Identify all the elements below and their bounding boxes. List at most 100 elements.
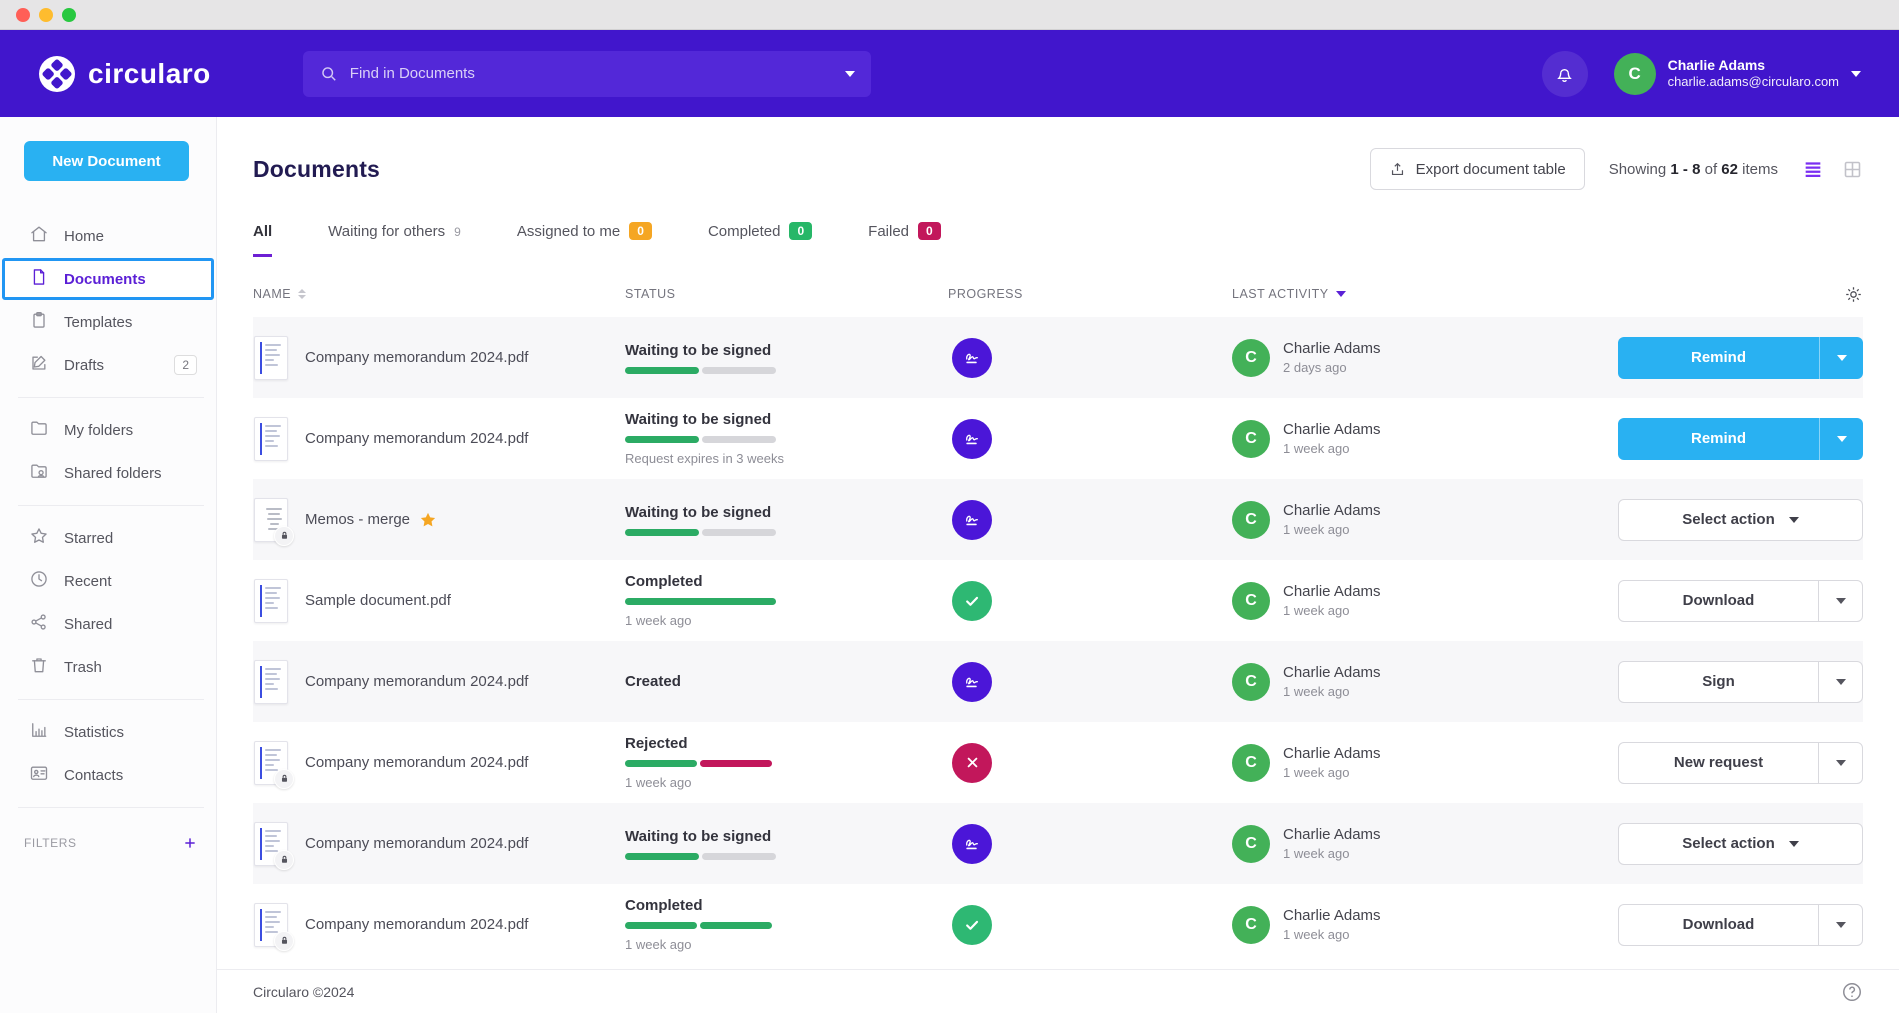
sidebar-item-label: Shared xyxy=(64,616,112,633)
sidebar-item-drafts[interactable]: Drafts 2 xyxy=(2,344,214,386)
action-dropdown-toggle[interactable] xyxy=(1819,418,1863,460)
document-icon xyxy=(29,267,49,291)
tab-waiting-for-others[interactable]: Waiting for others 9 xyxy=(328,223,461,257)
close-window-button[interactable] xyxy=(16,8,30,22)
zoom-window-button[interactable] xyxy=(62,8,76,22)
table-row[interactable]: Company memorandum 2024.pdf Waiting to b… xyxy=(253,398,1863,479)
signature-pending-icon xyxy=(952,338,992,378)
table-row[interactable]: Company memorandum 2024.pdf Waiting to b… xyxy=(253,803,1863,884)
sort-desc-icon xyxy=(1336,291,1346,297)
table-settings-button[interactable] xyxy=(1844,285,1863,304)
column-header-last-activity[interactable]: LAST ACTIVITY xyxy=(1232,287,1562,301)
circularo-logo: circularo xyxy=(38,55,211,93)
sidebar-item-label: Home xyxy=(64,228,104,245)
action-dropdown-toggle[interactable] xyxy=(1819,337,1863,379)
copyright-text: Circularo ©2024 xyxy=(253,984,354,1000)
tab-failed[interactable]: Failed 0 xyxy=(868,222,941,257)
tab-completed[interactable]: Completed 0 xyxy=(708,222,812,257)
activity-user: Charlie Adams xyxy=(1283,907,1381,924)
table-row[interactable]: Company memorandum 2024.pdf Rejected 1 w… xyxy=(253,722,1863,803)
activity-time: 1 week ago xyxy=(1283,522,1381,537)
divider xyxy=(18,505,204,506)
action-dropdown-toggle[interactable] xyxy=(1818,662,1862,702)
column-header-name[interactable]: NAME xyxy=(253,287,625,301)
tab-count: 9 xyxy=(454,225,461,239)
table-row[interactable]: Memos - merge Waiting to be signed C Cha… xyxy=(253,479,1863,560)
column-header-progress: PROGRESS xyxy=(948,287,1232,301)
list-view-toggle[interactable] xyxy=(1802,158,1824,180)
activity-user: Charlie Adams xyxy=(1283,745,1381,762)
new-request-button[interactable]: New request xyxy=(1618,742,1863,784)
help-button[interactable] xyxy=(1841,981,1863,1003)
document-name: Company memorandum 2024.pdf xyxy=(305,349,528,366)
download-button[interactable]: Download xyxy=(1618,904,1863,946)
activity-avatar: C xyxy=(1232,501,1270,539)
select-action-button[interactable]: Select action xyxy=(1618,499,1863,541)
remind-button[interactable]: Remind xyxy=(1618,418,1863,460)
sidebar-item-contacts[interactable]: Contacts xyxy=(2,754,214,796)
sort-icon xyxy=(298,289,306,299)
clock-icon xyxy=(29,569,49,593)
tab-assigned-to-me[interactable]: Assigned to me 0 xyxy=(517,222,652,257)
signature-pending-icon xyxy=(952,500,992,540)
search-bar[interactable] xyxy=(303,51,871,97)
activity-user: Charlie Adams xyxy=(1283,502,1381,519)
chevron-down-icon xyxy=(1836,922,1846,928)
gear-icon xyxy=(1844,285,1863,304)
action-button-label: Remind xyxy=(1691,349,1746,366)
sidebar-item-statistics[interactable]: Statistics xyxy=(2,711,214,753)
lock-icon xyxy=(274,769,294,789)
search-input[interactable] xyxy=(350,65,833,82)
table-row[interactable]: Company memorandum 2024.pdf Completed 1 … xyxy=(253,884,1863,965)
sidebar-item-home[interactable]: Home xyxy=(2,215,214,257)
action-button-label: Sign xyxy=(1702,673,1735,690)
sign-button[interactable]: Sign xyxy=(1618,661,1863,703)
minimize-window-button[interactable] xyxy=(39,8,53,22)
sidebar-item-shared-folders[interactable]: Shared folders xyxy=(2,452,214,494)
user-menu-chevron-icon xyxy=(1851,71,1861,77)
sidebar-item-recent[interactable]: Recent xyxy=(2,560,214,602)
status-text: Waiting to be signed xyxy=(625,411,898,428)
progress-bar xyxy=(625,367,898,374)
user-avatar: C xyxy=(1614,53,1656,95)
select-action-button[interactable]: Select action xyxy=(1618,823,1863,865)
download-button[interactable]: Download xyxy=(1618,580,1863,622)
sidebar-item-label: Documents xyxy=(64,271,146,288)
notifications-button[interactable] xyxy=(1542,51,1588,97)
sidebar-item-trash[interactable]: Trash xyxy=(2,646,214,688)
action-dropdown-toggle[interactable] xyxy=(1818,905,1862,945)
add-filter-button[interactable] xyxy=(182,835,198,851)
sidebar-item-label: Drafts xyxy=(64,357,104,374)
remind-button[interactable]: Remind xyxy=(1618,337,1863,379)
sidebar-item-shared[interactable]: Shared xyxy=(2,603,214,645)
share-icon xyxy=(29,612,49,636)
document-thumbnail-icon xyxy=(254,417,288,461)
search-scope-chevron-icon[interactable] xyxy=(845,71,855,77)
action-dropdown-toggle[interactable] xyxy=(1818,581,1862,621)
sidebar-item-documents[interactable]: Documents xyxy=(2,258,214,300)
sidebar-item-starred[interactable]: Starred xyxy=(2,517,214,559)
sidebar-item-templates[interactable]: Templates xyxy=(2,301,214,343)
document-name: Memos - merge xyxy=(305,511,410,528)
sidebar-item-my-folders[interactable]: My folders xyxy=(2,409,214,451)
activity-user: Charlie Adams xyxy=(1283,583,1381,600)
tab-label: Completed xyxy=(708,223,781,240)
table-row[interactable]: Company memorandum 2024.pdf Waiting to b… xyxy=(253,317,1863,398)
circularo-logo-icon xyxy=(38,55,76,93)
table-row[interactable]: Sample document.pdf Completed 1 week ago… xyxy=(253,560,1863,641)
new-document-button[interactable]: New Document xyxy=(24,141,189,181)
user-menu[interactable]: C Charlie Adams charlie.adams@circularo.… xyxy=(1614,53,1861,95)
status-subtext: 1 week ago xyxy=(625,775,898,790)
export-document-table-button[interactable]: Export document table xyxy=(1370,148,1585,190)
activity-time: 1 week ago xyxy=(1283,684,1381,699)
status-text: Completed xyxy=(625,897,898,914)
tab-all[interactable]: All xyxy=(253,223,272,257)
status-subtext: Request expires in 3 weeks xyxy=(625,451,898,466)
activity-avatar: C xyxy=(1232,825,1270,863)
progress-bar xyxy=(625,853,898,860)
trash-icon xyxy=(29,655,49,679)
table-row[interactable]: Company memorandum 2024.pdf Created C Ch… xyxy=(253,641,1863,722)
status-subtext: 1 week ago xyxy=(625,613,898,628)
action-dropdown-toggle[interactable] xyxy=(1818,743,1862,783)
grid-view-toggle[interactable] xyxy=(1842,159,1863,180)
